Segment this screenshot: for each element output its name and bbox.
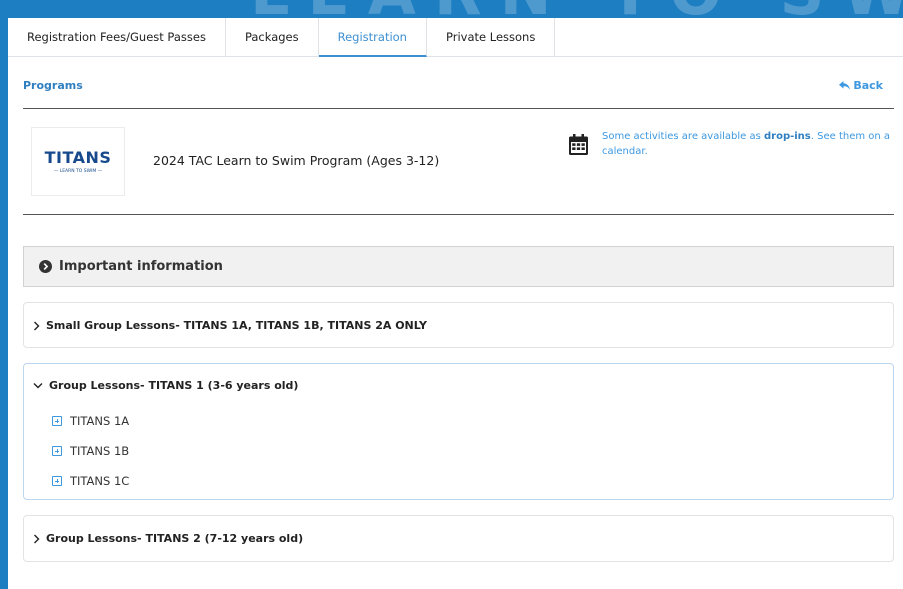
divider-top <box>23 108 894 109</box>
dropin-prefix: Some activities are available as <box>602 131 764 142</box>
program-title: 2024 TAC Learn to Swim Program (Ages 3-1… <box>153 153 440 168</box>
programs-breadcrumb-link[interactable]: Programs <box>23 79 83 92</box>
watermark-text: LEARN TO SWIM <box>250 0 903 20</box>
section-title: Group Lessons- TITANS 1 (3-6 years old) <box>49 378 299 392</box>
divider-bottom <box>23 214 894 215</box>
tab-registration[interactable]: Registration <box>318 18 427 57</box>
tab-registration-fees[interactable]: Registration Fees/Guest Passes <box>8 18 226 57</box>
reply-arrow-icon <box>839 81 851 90</box>
section-titans-1: Group Lessons- TITANS 1 (3-6 years old) … <box>23 363 894 500</box>
section-title: Group Lessons- TITANS 2 (7-12 years old) <box>46 532 304 545</box>
list-item-titans-1c[interactable]: TITANS 1C <box>24 466 893 496</box>
back-label: Back <box>853 79 883 92</box>
section-header[interactable]: Group Lessons- TITANS 1 (3-6 years old) <box>24 364 893 406</box>
section-header[interactable]: Group Lessons- TITANS 2 (7-12 years old) <box>24 516 893 561</box>
important-info-label: Important information <box>59 259 223 274</box>
tab-bar: Registration Fees/Guest Passes Packages … <box>8 18 903 57</box>
logo-wordmark: TITANS <box>44 147 112 167</box>
item-label: TITANS 1B <box>70 444 130 458</box>
calendar-icon[interactable] <box>569 134 588 155</box>
back-button[interactable]: Back <box>839 79 883 92</box>
circle-chevron-right-icon <box>39 260 52 273</box>
expand-plus-icon[interactable] <box>52 476 62 486</box>
important-info-toggle[interactable]: Important information <box>23 246 894 287</box>
chevron-down-icon <box>33 382 43 388</box>
list-item-titans-1b[interactable]: TITANS 1B <box>24 436 893 466</box>
program-logo: TITANS — LEARN TO SWIM — <box>31 127 125 196</box>
expand-plus-icon[interactable] <box>52 446 62 456</box>
dropin-notice[interactable]: Some activities are available as drop-in… <box>602 129 892 159</box>
tab-packages[interactable]: Packages <box>226 18 319 57</box>
section-header[interactable]: Small Group Lessons- TITANS 1A, TITANS 1… <box>24 303 893 348</box>
chevron-right-icon <box>34 321 40 330</box>
list-item-titans-1a[interactable]: TITANS 1A <box>24 406 893 436</box>
background-watermark: LEARN TO SWIM <box>0 0 903 20</box>
section-title: Small Group Lessons- TITANS 1A, TITANS 1… <box>46 319 428 332</box>
section-small-group: Small Group Lessons- TITANS 1A, TITANS 1… <box>23 302 894 348</box>
section-titans-2: Group Lessons- TITANS 2 (7-12 years old) <box>23 515 894 562</box>
dropin-link[interactable]: drop-ins <box>764 131 811 142</box>
main-panel: Registration Fees/Guest Passes Packages … <box>8 18 903 589</box>
chevron-right-icon <box>34 534 40 543</box>
tab-private-lessons[interactable]: Private Lessons <box>427 18 556 57</box>
item-label: TITANS 1A <box>70 414 130 428</box>
expand-plus-icon[interactable] <box>52 416 62 426</box>
logo-tagline: — LEARN TO SWIM — <box>53 168 103 174</box>
item-label: TITANS 1C <box>70 474 130 488</box>
